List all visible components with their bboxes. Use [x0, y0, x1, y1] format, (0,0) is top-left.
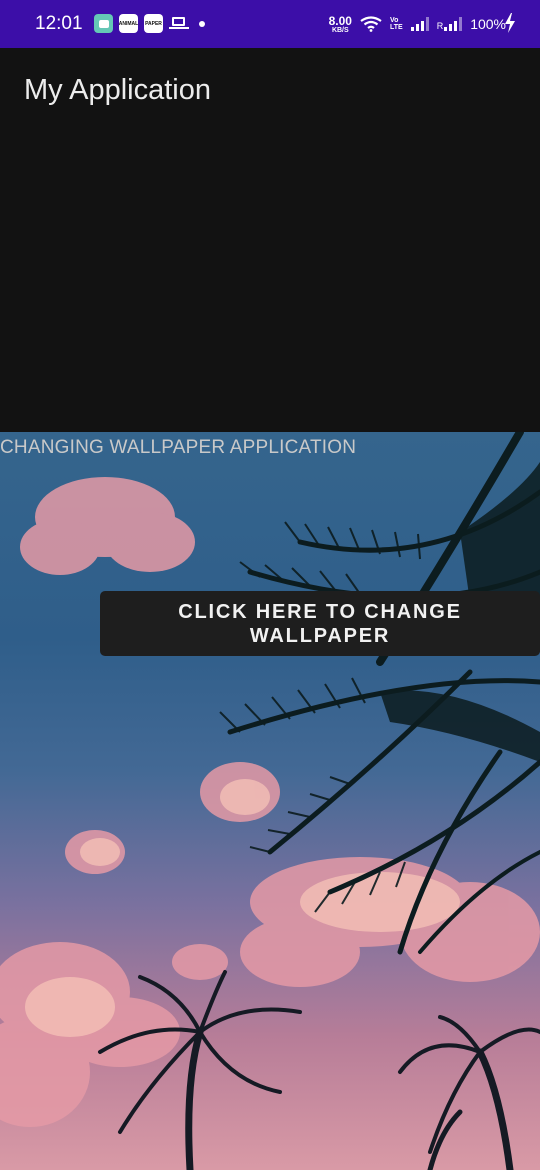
signal-icon: [444, 17, 463, 31]
charging-bolt-icon: [505, 13, 515, 33]
laptop-icon: [169, 16, 189, 31]
app-title: My Application: [24, 74, 211, 106]
change-wallpaper-button[interactable]: CLICK HERE TO CHANGE WALLPAPER: [100, 591, 540, 656]
status-bar: 12:01 ANIMAL PAPER 8.00 KB/S Vo LTE R 10…: [0, 0, 540, 48]
volte-indicator: Vo LTE: [389, 17, 403, 31]
notification-icons: ANIMAL PAPER: [94, 14, 205, 33]
signal-icon: [410, 17, 429, 31]
wifi-icon: [360, 16, 382, 32]
roaming-label: R: [436, 21, 444, 31]
network-speed: 8.00 KB/S: [328, 13, 352, 34]
system-indicators: 8.00 KB/S Vo LTE R 100%: [329, 0, 506, 48]
app-notification-icon: [94, 14, 113, 33]
news-notification-icon: ANIMAL: [119, 14, 138, 33]
wallpaper-image: [0, 432, 540, 1170]
battery-percentage: 100%: [470, 16, 506, 32]
news-notification-icon: PAPER: [144, 14, 163, 33]
status-time: 12:01: [35, 13, 83, 34]
more-notifications-dot-icon: [199, 20, 205, 27]
app-heading-label: CHANGING WALLPAPER APPLICATION: [0, 437, 357, 458]
